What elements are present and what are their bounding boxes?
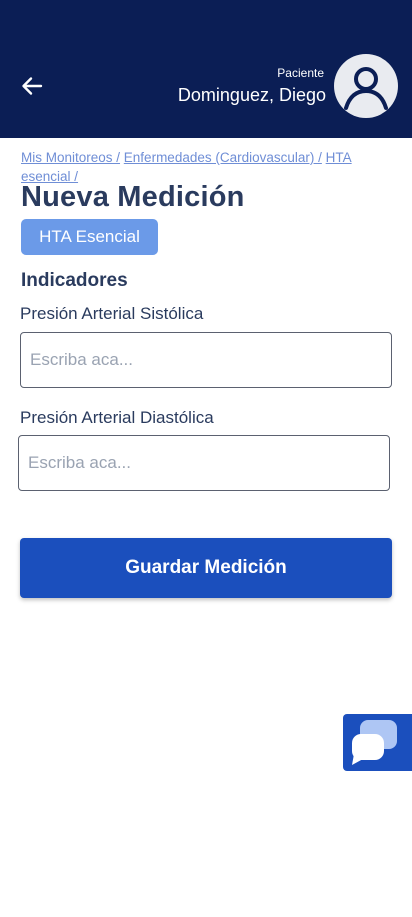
chat-bubble-icon <box>352 720 397 765</box>
back-button[interactable] <box>18 72 46 100</box>
systolic-label: Presión Arterial Sistólica <box>20 304 204 323</box>
breadcrumb-enfermedades[interactable]: Enfermedades (Cardiovascular) / <box>124 150 322 165</box>
avatar[interactable] <box>334 54 398 118</box>
page-title: Nueva Medición <box>21 181 245 213</box>
section-title-indicadores: Indicadores <box>21 270 128 291</box>
diastolic-label: Presión Arterial Diastólica <box>20 408 214 427</box>
diastolic-input[interactable] <box>18 435 390 491</box>
user-icon <box>344 67 388 110</box>
breadcrumb-mis-monitoreos[interactable]: Mis Monitoreos / <box>21 150 120 165</box>
save-measurement-button[interactable]: Guardar Medición <box>20 538 392 598</box>
condition-tag: HTA Esencial <box>21 219 158 255</box>
app-header: Paciente Dominguez, Diego <box>0 0 412 138</box>
patient-label: Paciente <box>277 66 324 80</box>
patient-name: Dominguez, Diego <box>177 85 326 105</box>
systolic-input[interactable] <box>20 332 392 388</box>
chat-button[interactable] <box>343 714 412 771</box>
arrow-left-icon <box>22 77 43 95</box>
